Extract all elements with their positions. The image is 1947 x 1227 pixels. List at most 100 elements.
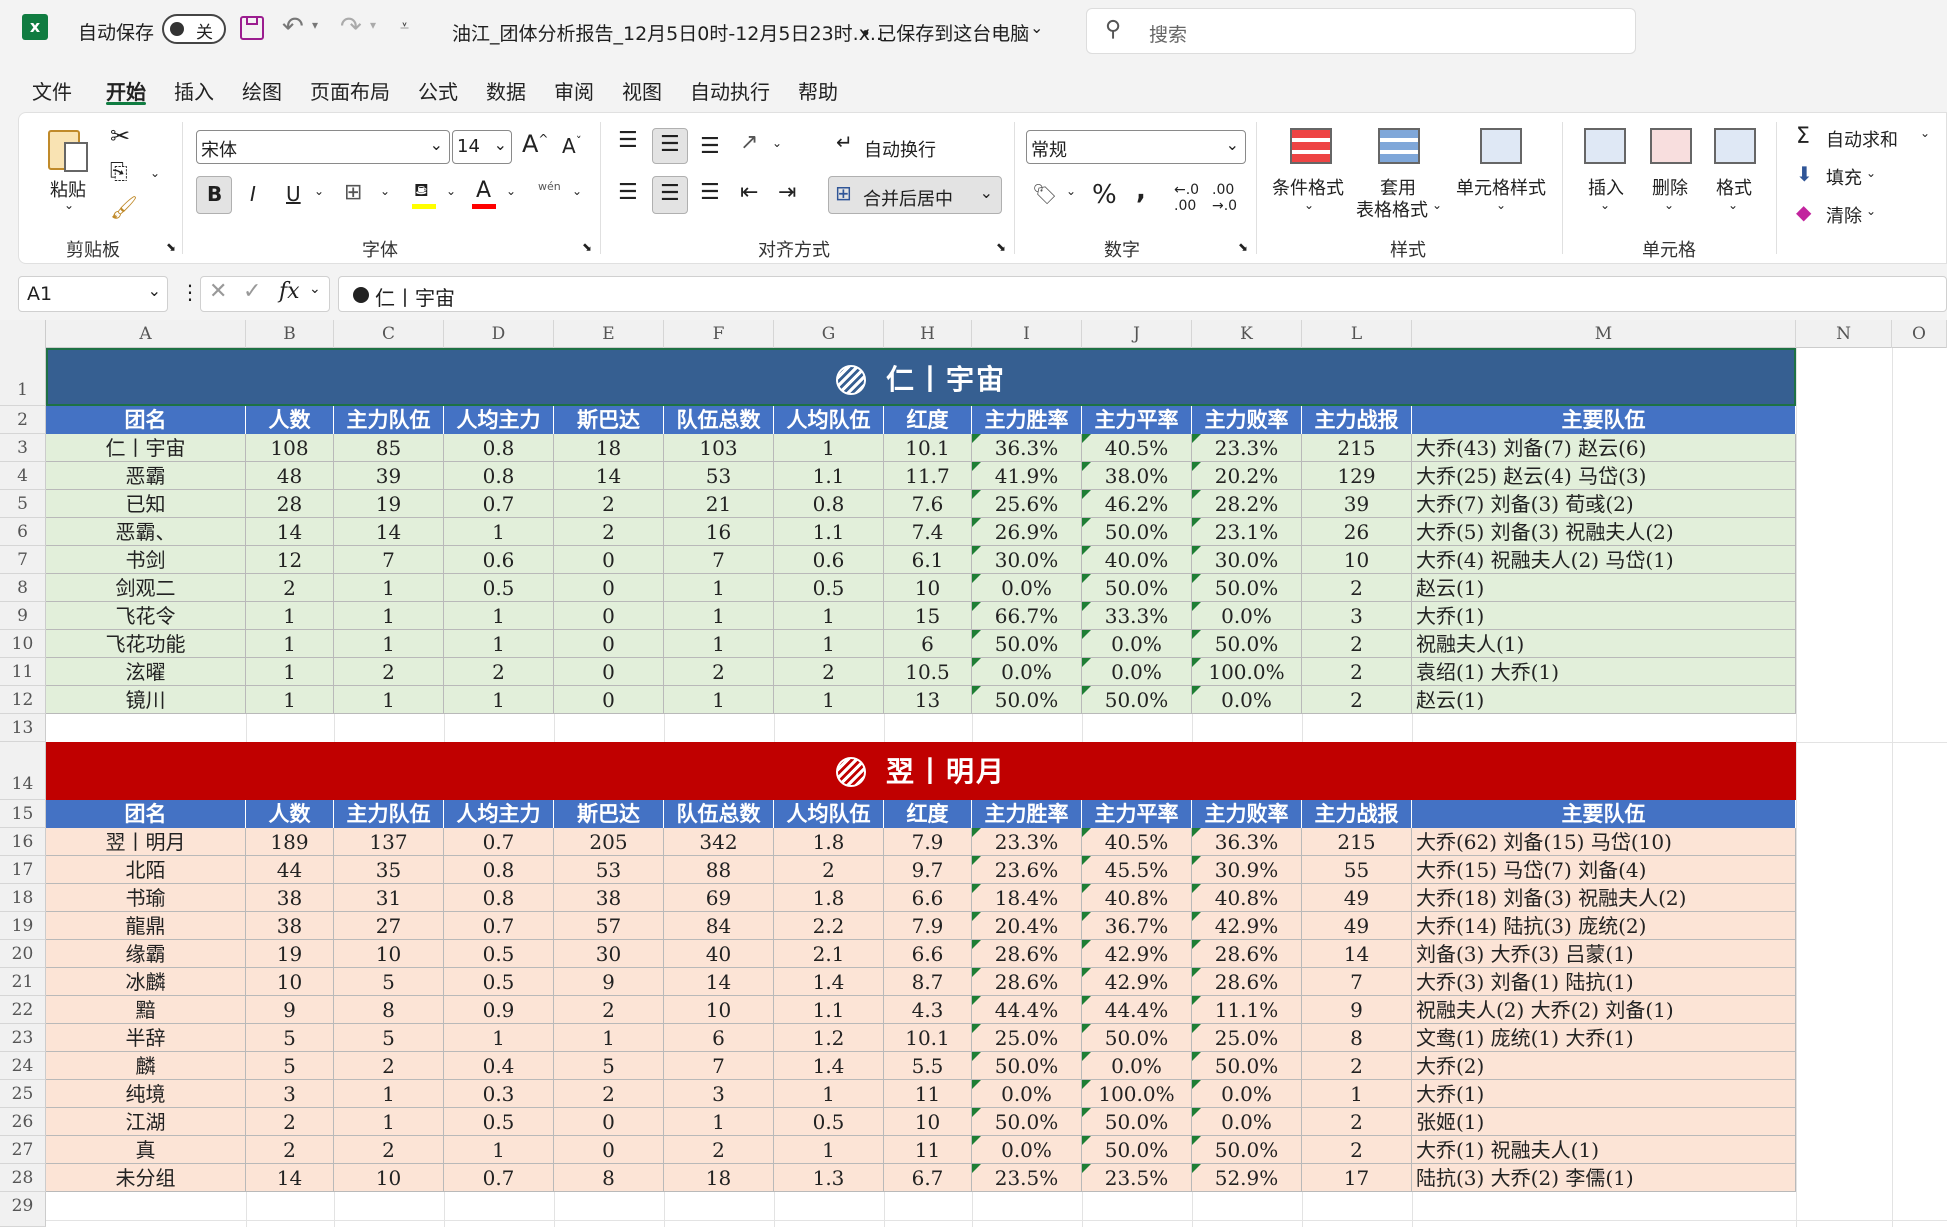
table-cell[interactable]: 真 [46,1136,246,1164]
table-cell[interactable]: 文鸯(1) 庞统(1) 大乔(1) [1412,1024,1796,1052]
accounting-icon[interactable]: 🏷 [1032,182,1057,206]
table-cell[interactable]: 6.7 [884,1164,972,1192]
table-cell[interactable]: 36.3% [972,434,1082,462]
table-cell[interactable]: 0.0% [1192,1080,1302,1108]
table-cell[interactable]: 0 [554,630,664,658]
table-cell[interactable]: 6.6 [884,884,972,912]
table-cell[interactable]: 10 [334,1164,444,1192]
borders-icon[interactable]: ⊞ [344,180,362,205]
wrap-text-button[interactable]: 自动换行 [864,136,936,162]
table-cell[interactable]: 翌丨明月 [46,828,246,856]
table-cell[interactable]: 0.0% [1192,1108,1302,1136]
table-cell[interactable]: 38 [554,884,664,912]
autosum-icon[interactable]: Σ [1796,124,1810,149]
save-status[interactable]: • 已保存到这台电脑 [860,19,1029,46]
table-cell[interactable]: 2.1 [774,940,884,968]
table-cell[interactable]: 2 [774,856,884,884]
table-cell[interactable]: 10.5 [884,658,972,686]
table-cell[interactable]: 13 [884,686,972,714]
table-cell[interactable]: 大乔(1) [1412,1080,1796,1108]
table-cell[interactable]: 2 [1302,1136,1412,1164]
table-cell[interactable]: 52.9% [1192,1164,1302,1192]
table-cell[interactable]: 大乔(1) [1412,602,1796,630]
table-cell[interactable]: 14 [246,518,334,546]
table-cell[interactable]: 2 [246,574,334,602]
clear-dropdown-icon[interactable]: ⌄ [1866,204,1876,218]
table-cell[interactable]: 69 [664,884,774,912]
table-cell[interactable]: 北陌 [46,856,246,884]
table-cell[interactable]: 40.8% [1082,884,1192,912]
table-cell[interactable]: 85 [334,434,444,462]
tab-automate[interactable]: 自动执行 [690,76,770,105]
table-cell[interactable]: 18.4% [972,884,1082,912]
table-cell[interactable]: 0 [554,1136,664,1164]
name-box[interactable]: A1 ⌄ [18,276,168,312]
table-cell[interactable]: 赵云(1) [1412,686,1796,714]
table-cell[interactable]: 1 [246,658,334,686]
table-cell[interactable]: 50.0% [972,1052,1082,1080]
format-cells-button[interactable]: 格式 [1716,174,1752,200]
table-cell[interactable]: 1 [554,1024,664,1052]
table-cell[interactable]: 50.0% [1192,574,1302,602]
table-cell[interactable]: 28.6% [972,968,1082,996]
table-cell[interactable]: 36.7% [1082,912,1192,940]
table-cell[interactable]: 45.5% [1082,856,1192,884]
table-cell[interactable]: 50.0% [972,630,1082,658]
table-cell[interactable]: 8 [554,1164,664,1192]
table-cell[interactable]: 1 [664,686,774,714]
chevron-down-icon[interactable]: ⌄ [1496,198,1506,212]
table-cell[interactable]: 0.0% [1082,1052,1192,1080]
table-cell[interactable]: 0 [554,574,664,602]
table-cell[interactable]: 53 [664,462,774,490]
table-cell[interactable]: 57 [554,912,664,940]
row-header-21[interactable]: 21 [0,968,46,996]
accounting-dropdown-icon[interactable]: ⌄ [1066,184,1076,198]
table-cell[interactable]: 1 [444,1136,554,1164]
table-cell[interactable]: 1.1 [774,518,884,546]
merge-center-button[interactable]: ⊞ 合并后居中 ⌄ [828,176,1002,214]
table-cell[interactable]: 2 [1302,686,1412,714]
column-header-h[interactable]: H [884,320,972,348]
table-cell[interactable]: 6.1 [884,546,972,574]
table-cell[interactable]: 0.0% [972,658,1082,686]
table-cell[interactable]: 0.8 [774,490,884,518]
table-cell[interactable]: 2 [246,1136,334,1164]
table-cell[interactable]: 28.6% [1192,968,1302,996]
italic-button[interactable]: I [250,182,256,206]
table-cell[interactable]: 2 [664,1136,774,1164]
table-cell[interactable]: 7.9 [884,828,972,856]
table-cell[interactable]: 5.5 [884,1052,972,1080]
table-cell[interactable]: 0.8 [444,884,554,912]
decrease-font-icon[interactable]: Aˇ [562,134,582,158]
table-cell[interactable]: 5 [246,1024,334,1052]
table-cell[interactable]: 大乔(25) 赵云(4) 马岱(3) [1412,462,1796,490]
row-header-24[interactable]: 24 [0,1052,46,1080]
conditional-formatting-icon[interactable] [1290,128,1332,164]
table-cell[interactable]: 大乔(43) 刘备(7) 赵云(6) [1412,434,1796,462]
section1-banner[interactable]: 仁丨宇宙 [46,348,1796,406]
table-cell[interactable]: 0.5 [444,574,554,602]
table-cell[interactable]: 39 [1302,490,1412,518]
cut-icon[interactable]: ✂ [110,122,130,150]
table-cell[interactable]: 44.4% [1082,996,1192,1024]
table-cell[interactable]: 0 [554,546,664,574]
table-cell[interactable]: 21 [664,490,774,518]
formula-input[interactable]: 仁丨宇宙 [338,276,1947,312]
row-header-3[interactable]: 3 [0,434,46,462]
percent-icon[interactable]: % [1092,180,1117,210]
increase-indent-icon[interactable]: ⇥ [778,180,796,205]
table-cell[interactable]: 镜川 [46,686,246,714]
table-cell[interactable]: 纯境 [46,1080,246,1108]
table-cell[interactable]: 14 [554,462,664,490]
table-cell[interactable]: 7 [334,546,444,574]
row-header-8[interactable]: 8 [0,574,46,602]
row-header-25[interactable]: 25 [0,1080,46,1108]
font-color-dropdown-icon[interactable]: ⌄ [506,184,516,198]
table-cell[interactable]: 2 [334,1136,444,1164]
column-header-k[interactable]: K [1192,320,1302,348]
table-cell[interactable]: 2 [444,658,554,686]
table-cell[interactable]: 半辞 [46,1024,246,1052]
table-cell[interactable]: 55 [1302,856,1412,884]
table-cell[interactable]: 0.5 [774,574,884,602]
table-cell[interactable]: 7.4 [884,518,972,546]
